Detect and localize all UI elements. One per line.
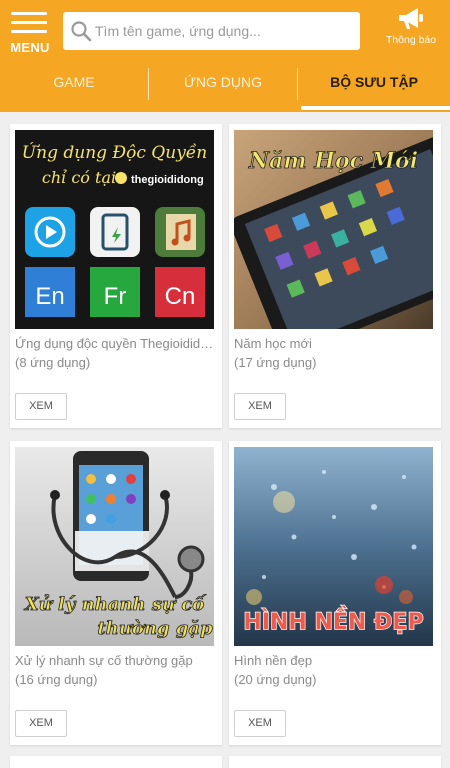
- brand-name: thegioididong: [131, 174, 204, 186]
- notifications-label: Thông báo: [385, 34, 437, 46]
- tab-bar: GAME ỨNG DỤNG BỘ SƯU TẬP: [0, 64, 450, 112]
- banner-headline: HÌNH NỀN ĐẸP: [243, 606, 423, 635]
- banner-headline: Xử lý nhanh sự cố: [24, 593, 207, 615]
- svg-text:En: En: [35, 283, 64, 310]
- collection-banner-image[interactable]: Ứng dụng Độc Quyền chỉ có tại thegioidid…: [15, 130, 214, 329]
- view-button[interactable]: XEM: [15, 710, 67, 737]
- collection-count: (20 ứng dụng): [234, 672, 317, 687]
- banner-subline: chỉ có tại: [42, 168, 116, 187]
- collection-title[interactable]: Năm học mới: [234, 336, 434, 351]
- collection-title[interactable]: Ứng dụng độc quyền Thegioididong: [15, 336, 215, 351]
- menu-label: MENU: [10, 40, 50, 55]
- banner-headline: Ứng dụng Độc Quyền: [22, 142, 207, 163]
- collection-count: (16 ứng dụng): [15, 672, 98, 687]
- collection-banner-image[interactable]: Xử lý nhanh sự cố thường gặp: [15, 447, 214, 646]
- collection-card-partial[interactable]: [10, 756, 222, 768]
- banner-subline: thường gặp: [97, 618, 213, 639]
- collection-count: (8 ứng dụng): [15, 355, 91, 370]
- view-button[interactable]: XEM: [234, 393, 286, 420]
- collection-banner-image[interactable]: Năm Học Mới: [234, 130, 433, 329]
- collection-card[interactable]: Xử lý nhanh sự cố thường gặp Xử lý nhanh…: [10, 441, 222, 745]
- view-button[interactable]: XEM: [15, 393, 67, 420]
- search-input[interactable]: [95, 16, 350, 46]
- brand-logo-icon: [115, 172, 127, 184]
- megaphone-icon: [399, 8, 423, 29]
- banner-headline: Năm Học Mới: [248, 148, 418, 174]
- menu-button[interactable]: MENU: [8, 10, 50, 55]
- collection-card-partial[interactable]: [229, 756, 441, 768]
- collection-card[interactable]: Ứng dụng Độc Quyền chỉ có tại thegioidid…: [10, 124, 222, 428]
- search-box[interactable]: [63, 12, 360, 50]
- collection-title[interactable]: Hình nền đẹp: [234, 653, 434, 668]
- collection-count: (17 ứng dụng): [234, 355, 317, 370]
- active-tab-indicator: [301, 106, 450, 110]
- collection-title[interactable]: Xử lý nhanh sự cố thường gặp: [15, 653, 215, 668]
- view-button[interactable]: XEM: [234, 710, 286, 737]
- svg-text:Cn: Cn: [165, 283, 196, 310]
- hamburger-icon: [11, 12, 47, 38]
- svg-text:Fr: Fr: [104, 283, 127, 310]
- collection-banner-image[interactable]: HÌNH NỀN ĐẸP: [234, 447, 433, 646]
- app-header: MENU Thông báo GAME ỨNG DỤNG BỘ SƯU TẬP: [0, 0, 450, 112]
- tab-collections[interactable]: BỘ SƯU TẬP: [298, 64, 450, 112]
- collection-card[interactable]: HÌNH NỀN ĐẸP Hình nền đẹp (20 ứng dụng) …: [229, 441, 441, 745]
- collection-card[interactable]: Năm Học Mới Năm học mới (17 ứng dụng) XE…: [229, 124, 441, 428]
- tab-apps[interactable]: ỨNG DỤNG: [149, 64, 297, 112]
- tab-game[interactable]: GAME: [0, 64, 148, 112]
- search-icon: [71, 21, 92, 42]
- notifications-button[interactable]: Thông báo: [378, 4, 444, 52]
